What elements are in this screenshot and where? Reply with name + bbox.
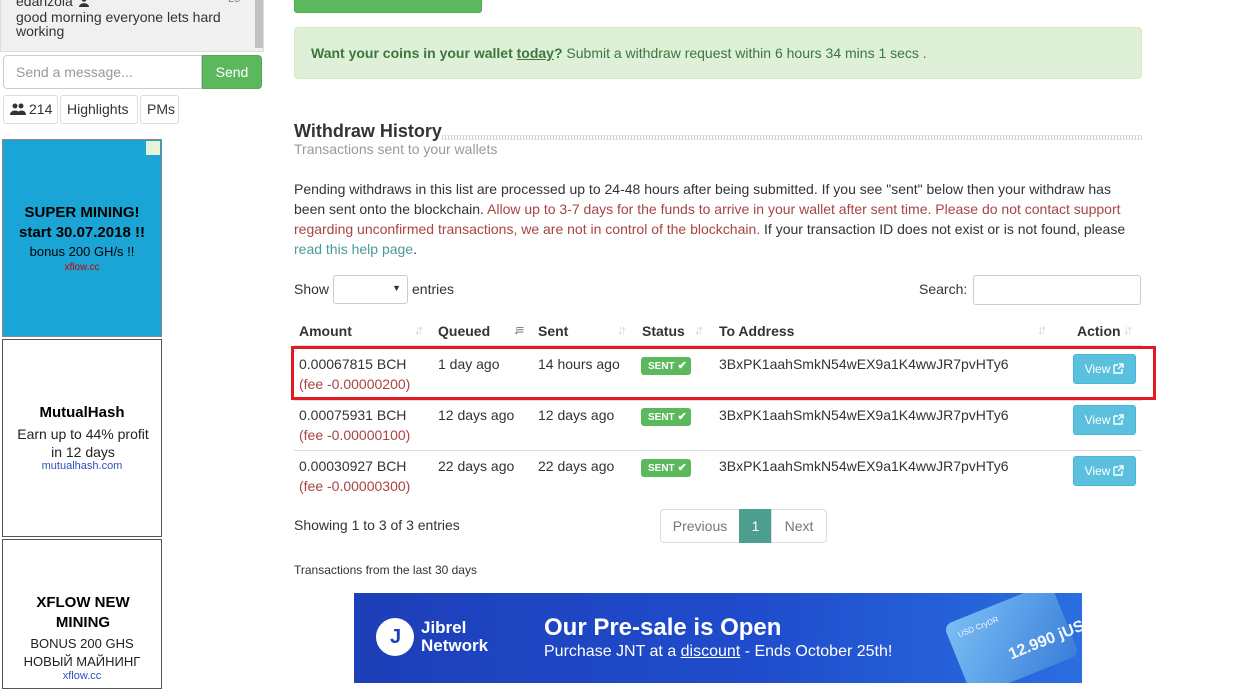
caret-down-icon: ▼	[392, 283, 401, 293]
sort-icon[interactable]: ↓↑	[1037, 322, 1047, 337]
jibrel-logo-icon: J	[376, 618, 414, 656]
view-transaction-button[interactable]: View	[1073, 405, 1136, 435]
view-transaction-button[interactable]: View	[1073, 456, 1136, 486]
ad-line: start 30.07.2018 !!	[19, 224, 145, 241]
column-header-sent[interactable]: Sent	[538, 323, 568, 339]
next-page-button[interactable]: Next	[771, 509, 827, 543]
sort-icon[interactable]: ↓↑	[414, 322, 424, 337]
ad-line: SUPER MINING!	[24, 204, 140, 221]
row-fee: (fee -0.00000100)	[299, 427, 411, 443]
column-header-to-address[interactable]: To Address	[719, 323, 794, 339]
sort-icon[interactable]: ↓↑	[617, 322, 627, 337]
ad-line: НОВЫЙ МАЙНИНГ	[23, 654, 141, 669]
title-divider	[442, 135, 1142, 140]
online-count: 214	[29, 101, 53, 117]
chat-message-input[interactable]	[3, 55, 202, 89]
external-link-icon	[1113, 414, 1125, 425]
row-address[interactable]: 3BxPK1aahSmkN54wEX9a1K4wwJR7pvHTy6	[719, 407, 1008, 423]
page-1-button[interactable]: 1	[739, 509, 772, 543]
table-row-divider	[294, 400, 1142, 401]
row-queued: 22 days ago	[438, 458, 515, 474]
status-badge: SENT ✔	[641, 408, 691, 426]
search-label: Search:	[919, 281, 968, 297]
ad-mutualhash[interactable]: MutualHash Earn up to 44% profit in 12 d…	[2, 339, 162, 537]
ad-line: BONUS 200 GHS НОВЫЙ МАЙНИНГ	[3, 635, 161, 671]
banner-headline: Our Pre-sale is Open	[544, 614, 782, 641]
chat-message: good morning everyone lets hard working	[16, 9, 221, 39]
column-header-amount[interactable]: Amount	[299, 323, 352, 339]
chat-send-button[interactable]: Send	[202, 55, 262, 89]
alert-text: Submit a withdraw request within 6 hours…	[562, 45, 927, 61]
ad-link[interactable]: xflow.cc	[3, 670, 161, 682]
sort-icon[interactable]: ↓↑	[694, 322, 704, 337]
withdraw-info: Pending withdraws in this list are proce…	[294, 181, 1126, 257]
row-fee: (fee -0.00000300)	[299, 478, 411, 494]
ad-line: MutualHash	[39, 404, 125, 421]
jibrel-banner-ad[interactable]: J Jibrel Network Our Pre-sale is Open Pu…	[354, 593, 1082, 683]
ad-line: Earn up to 44% profit in 12 days	[17, 426, 149, 460]
banner-discount-link[interactable]: discount	[681, 643, 741, 660]
help-page-link[interactable]: read this help page	[294, 241, 413, 257]
column-header-action[interactable]: Action	[1077, 323, 1121, 339]
previous-page-button[interactable]: Previous	[660, 509, 740, 543]
chat-username[interactable]: edanzola	[16, 0, 89, 9]
row-sent: 12 days ago	[538, 407, 615, 423]
entries-per-page-select[interactable]: ▼	[333, 275, 408, 304]
banner-card-image: USD CryDR 12.990 jUSD	[943, 593, 1082, 683]
card-label: USD CryDR	[956, 614, 1000, 640]
show-label: Show	[294, 281, 330, 297]
chat-scrollbar[interactable]	[255, 0, 263, 48]
sort-desc-icon[interactable]: ↓≡	[513, 322, 524, 337]
sort-icon[interactable]: ↓↑	[1123, 322, 1133, 337]
withdraw-alert: Want your coins in your wallet today? Su…	[294, 27, 1142, 79]
user-icon	[78, 0, 89, 7]
row-sent: 22 days ago	[538, 458, 615, 474]
table-row-divider	[294, 450, 1142, 451]
page-title: Withdraw History	[294, 121, 442, 141]
table-info: Showing 1 to 3 of 3 entries	[294, 517, 460, 533]
row-queued: 12 days ago	[438, 407, 515, 423]
ad-line: bonus 200 GH/s !!	[29, 244, 135, 259]
chat-corner-text: Lo	[228, 0, 240, 5]
column-header-queued[interactable]: Queued	[438, 323, 490, 339]
ad-line: BONUS 200 GHS	[30, 636, 134, 651]
card-amount: 12.990 jUSD	[1006, 613, 1082, 664]
page-subtitle: Transactions sent to your wallets	[294, 141, 498, 157]
banner-brand: Network	[421, 636, 489, 655]
banner-brand: Jibrel	[421, 618, 467, 637]
chat-box: edanzola Lo good morning everyone lets h…	[0, 0, 264, 52]
entries-label: entries	[412, 281, 455, 297]
ad-xflow[interactable]: XFLOW NEW MINING BONUS 200 GHS НОВЫЙ МАЙ…	[2, 539, 162, 689]
highlight-box	[291, 346, 1156, 400]
banner-subtext: Purchase JNT at a discount - Ends Octobe…	[544, 643, 893, 660]
adchoices-icon[interactable]	[146, 141, 160, 155]
table-footnote: Transactions from the last 30 days	[294, 563, 477, 577]
status-badge: SENT ✔	[641, 459, 691, 477]
check-icon: ✔	[677, 411, 687, 423]
users-icon	[10, 103, 26, 115]
row-address[interactable]: 3BxPK1aahSmkN54wEX9a1K4wwJR7pvHTy6	[719, 458, 1008, 474]
row-amount: 0.00075931 BCH	[299, 407, 407, 423]
search-input[interactable]	[973, 275, 1141, 305]
highlights-tab[interactable]: Highlights	[60, 95, 138, 124]
ad-super-mining[interactable]: SUPER MINING! start 30.07.2018 !! bonus …	[2, 139, 162, 337]
row-amount: 0.00030927 BCH	[299, 458, 407, 474]
alert-bold: Want your coins in your wallet today?	[311, 45, 563, 61]
ad-link[interactable]: mutualhash.com	[3, 460, 161, 472]
submit-withdraw-button[interactable]	[294, 0, 482, 13]
chat-send-row: Send	[3, 55, 262, 89]
online-users-button[interactable]: 214	[3, 95, 58, 124]
external-link-icon	[1113, 465, 1125, 476]
column-header-status[interactable]: Status	[642, 323, 685, 339]
pms-tab[interactable]: PMs	[140, 95, 179, 124]
check-icon: ✔	[677, 462, 687, 474]
ad-line: XFLOW NEW MINING	[36, 594, 130, 631]
ad-link[interactable]: xflow.cc	[3, 262, 161, 273]
